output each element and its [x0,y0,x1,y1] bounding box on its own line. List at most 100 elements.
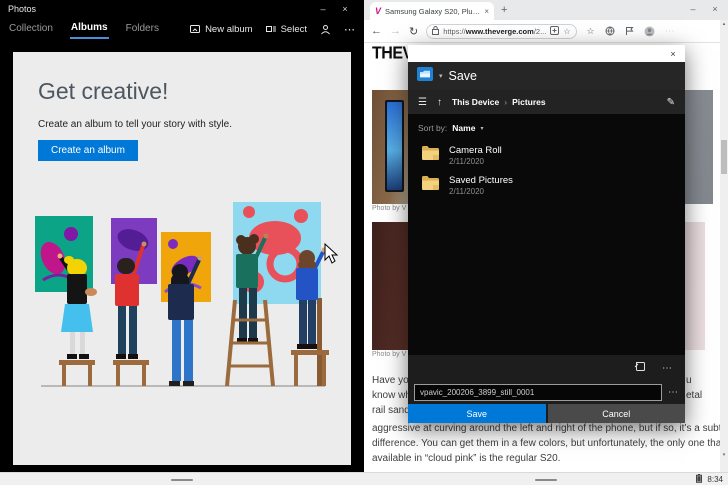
select-icon [265,24,276,34]
tab-title: Samsung Galaxy S20, Plus, and Ultra [385,6,480,16]
save-dialog-buttons: Save Cancel [408,404,685,423]
filename-more-button[interactable]: ⋯ [668,387,679,398]
tab-folders[interactable]: Folders [125,20,160,38]
up-directory-icon[interactable]: ↑ [437,97,442,108]
folder-icon [422,146,439,165]
save-dialog-navrow: ☰ ↑ This Device › Pictures ✎ [408,90,685,114]
reload-button[interactable]: ↻ [409,25,418,38]
lock-icon [432,22,440,40]
sort-chevron-icon: ▾ [480,125,484,132]
folder-name: Saved Pictures [449,175,513,186]
scrollbar-thumb[interactable] [721,140,727,174]
tab-albums[interactable]: Albums [69,19,109,39]
chevron-down-icon[interactable]: ▾ [439,72,443,80]
article-line-1-right: u [686,375,692,386]
back-button[interactable]: ← [371,25,382,37]
tab-close-icon[interactable]: × [484,7,489,16]
article-line-3: rail sand [372,405,410,416]
save-dialog-header: ▾ Save [408,62,685,90]
breadcrumb-current[interactable]: Pictures [512,97,546,107]
photo-credit-1: Photo by V [372,205,407,212]
sort-by-label: Sort by: [418,123,448,133]
photos-more-button[interactable]: ⋯ [344,23,356,36]
article-line-2-right: etal [686,390,703,401]
scroll-down-icon[interactable]: ▾ [720,452,728,458]
battery-icon [696,470,703,485]
photos-titlebar[interactable]: Photos – × [0,0,364,17]
add-favorite-star-icon[interactable]: ☆ [563,27,570,36]
select-button[interactable]: Select [265,23,307,35]
dialog-more-button[interactable]: ⋯ [662,363,673,374]
profile-avatar[interactable] [644,26,655,37]
edge-toolbar: ← → ↻ https://www.theverge.com/2... ☆ ☆ … [364,20,728,43]
folder-row-camera-roll[interactable]: Camera Roll 2/11/2020 [408,141,685,171]
url-text: https://www.theverge.com/2... [443,26,547,36]
new-folder-icon[interactable] [634,359,646,377]
breadcrumb-root[interactable]: This Device [452,97,499,107]
photo-credit-2: Photo by V [372,351,407,358]
create-album-button[interactable]: Create an album [38,140,138,161]
clock[interactable]: 8:34 [707,475,723,484]
scroll-up-icon[interactable]: ▴ [720,21,728,27]
save-button[interactable]: Save [408,404,546,423]
edge-settings-button[interactable]: ⋯ [665,26,676,37]
phone-in-photo [385,100,404,192]
taskbar: 8:34 [0,472,728,485]
forward-button[interactable]: → [390,25,401,37]
filename-row: ⋯ [408,381,685,404]
empty-state-subtext: Create an album to tell your story with … [38,119,232,130]
breadcrumb-separator: › [504,97,508,107]
photos-empty-state: Get creative! Create an album to tell yo… [13,52,351,465]
save-dialog: × ▾ Save ☰ ↑ This Device › Pictures ✎ So… [408,45,685,423]
painters-illustration [35,202,339,387]
reader-icon[interactable] [550,22,560,40]
photos-minimize-button[interactable]: – [312,4,334,14]
empty-state-heading: Get creative! [38,78,169,104]
article-line-6: available in “cloud pink” is the regular… [372,453,561,464]
verge-favicon: V [375,6,382,16]
taskbar-gesture-handle-right[interactable] [535,479,557,481]
new-album-label: New album [205,23,253,35]
save-dialog-titlebar[interactable]: × [408,45,685,62]
address-bar[interactable]: https://www.theverge.com/2... ☆ [426,22,577,40]
page-scrollbar[interactable]: ▴ ▾ [720,20,728,472]
edit-path-pencil-icon[interactable]: ✎ [667,97,675,108]
sort-by-value: Name [452,123,476,133]
sign-in-button[interactable] [320,24,331,35]
article-line-2: know wh [372,390,411,401]
folder-row-saved-pictures[interactable]: Saved Pictures 2/11/2020 [408,171,685,201]
save-dialog-body: Sort by: Name ▾ Camera Roll 2/11/2020 Sav… [408,114,685,355]
folder-icon [422,176,439,195]
article-line-5: difference. You can get them in a few co… [372,438,720,449]
breadcrumb: This Device › Pictures [452,97,546,107]
collections-icon[interactable] [605,26,615,36]
photos-window-title: Photos [8,3,37,14]
new-album-button[interactable]: New album [190,24,253,35]
folder-date: 2/11/2020 [449,157,484,166]
save-dialog-actions: ⋯ [408,355,685,381]
cancel-button[interactable]: Cancel [547,404,685,423]
system-tray[interactable]: 8:34 [696,473,723,485]
tab-collection[interactable]: Collection [8,20,54,38]
feedback-flag-icon[interactable] [625,26,634,36]
edge-minimize-button[interactable]: – [682,0,704,18]
edge-close-button[interactable]: × [704,0,726,18]
menu-burger-icon[interactable]: ☰ [418,97,427,108]
desktop: Photos – × Collection Albums Folders New… [0,0,728,485]
new-album-icon [190,24,201,34]
new-tab-button[interactable]: + [501,4,507,16]
favorites-bar-icon[interactable]: ☆ [587,26,595,37]
edge-tabstrip: V Samsung Galaxy S20, Plus, and Ultra × … [364,0,728,20]
photos-nav: Collection Albums Folders New album Sele… [0,17,364,41]
photos-close-button[interactable]: × [334,4,356,14]
article-line-4: aggressive at curving around the left an… [372,423,720,434]
select-label: Select [280,23,307,35]
person-icon [320,24,331,35]
sort-by-control[interactable]: Sort by: Name ▾ [408,120,685,141]
mouse-cursor [324,242,339,264]
browser-tab[interactable]: V Samsung Galaxy S20, Plus, and Ultra × [370,2,494,20]
save-dialog-title: Save [448,69,478,83]
save-dialog-close-button[interactable]: × [661,49,685,59]
taskbar-gesture-handle-left[interactable] [171,479,193,481]
filename-input[interactable] [414,384,662,401]
